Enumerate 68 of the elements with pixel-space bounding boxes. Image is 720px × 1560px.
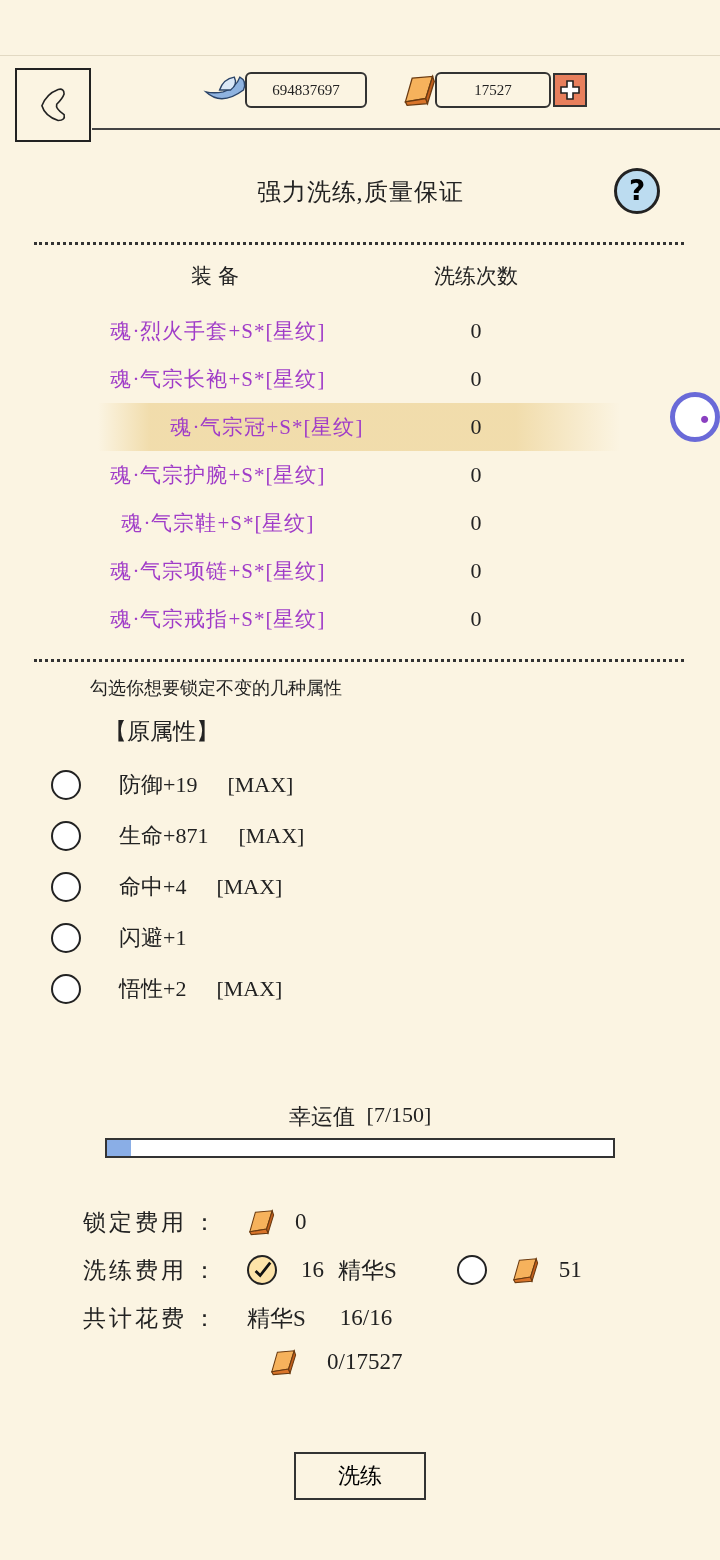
equipment-row[interactable]: 魂·烈火手套+S*[星纹] 0 (0, 307, 720, 355)
equipment-name: 魂·气宗护腕+S*[星纹] (109, 462, 327, 489)
cost-label: 锁定费用 (83, 1208, 187, 1237)
equipment-name: 魂·烈火手套+S*[星纹] (109, 318, 327, 345)
ingot-bar-icon (401, 73, 437, 107)
column-header: 装备 (190, 263, 246, 290)
attribute-text: 生命+871 (119, 821, 209, 850)
cost-option-radio[interactable] (247, 1255, 277, 1285)
refine-count: 0 (469, 462, 483, 488)
cost-amount: 16/16 (339, 1305, 393, 1331)
refine-count: 0 (469, 414, 483, 440)
currency-name: 精华S (338, 1256, 397, 1285)
lock-radio[interactable] (51, 871, 81, 902)
help-button[interactable]: ? (614, 168, 660, 214)
lock-radio[interactable] (51, 820, 81, 851)
colon-text: ： (193, 1256, 216, 1285)
equipment-name: 魂·气宗戒指+S*[星纹] (109, 606, 327, 633)
equipment-row[interactable]: 魂·气宗鞋+S*[星纹] 0 (0, 499, 720, 547)
refine-count: 0 (469, 366, 483, 392)
cost-amount: 0/17527 (327, 1349, 403, 1375)
max-tag: [MAX] (216, 975, 283, 1002)
cost-option-radio[interactable] (456, 1255, 487, 1285)
equipment-row[interactable]: 魂·气宗项链+S*[星纹] 0 (0, 547, 720, 595)
cost-label: 洗练费用 (83, 1256, 187, 1285)
equipment-name: 魂·气宗冠+S*[星纹] (169, 414, 365, 441)
colon-text: ： (193, 1208, 216, 1237)
plus-icon (559, 79, 581, 101)
cost-amount: 16 (301, 1257, 324, 1283)
max-tag: [MAX] (238, 822, 305, 849)
attribute-text: 悟性+2 (119, 974, 187, 1003)
column-header: 洗练次数 (433, 263, 519, 290)
back-button[interactable] (15, 68, 91, 142)
equipment-name: 魂·气宗项链+S*[星纹] (109, 558, 327, 585)
max-tag: [MAX] (216, 873, 283, 900)
lock-radio[interactable] (51, 769, 81, 800)
refine-count: 0 (469, 510, 483, 536)
currency-amount: 694837697 (245, 72, 367, 108)
lock-radio[interactable] (51, 922, 81, 953)
equipment-row[interactable]: 魂·气宗护腕+S*[星纹] 0 (0, 451, 720, 499)
equipment-row[interactable]: 魂·气宗长袍+S*[星纹] 0 (0, 355, 720, 403)
attribute-text: 命中+4 (119, 872, 187, 901)
page-title: 强力洗练,质量保证 (256, 178, 464, 207)
refine-count: 0 (469, 558, 483, 584)
instruction-text: 勾选你想要锁定不变的几种属性 (90, 677, 343, 700)
lock-radio[interactable] (51, 973, 81, 1004)
cost-label: 共计花费 (83, 1304, 187, 1333)
max-tag: [MAX] (227, 771, 294, 798)
cost-amount: 51 (558, 1257, 582, 1283)
currency-name: 精华S (247, 1304, 306, 1333)
refine-button[interactable]: 洗练 (293, 1452, 426, 1500)
add-button[interactable] (553, 73, 587, 107)
attribute-text: 闪避+1 (119, 923, 187, 952)
floating-ball-icon[interactable] (670, 392, 720, 442)
cost-amount: 0 (295, 1209, 307, 1235)
currency-amount: 17527 (435, 72, 551, 108)
luck-label: 幸运值 (288, 1103, 355, 1131)
section-heading: 【原属性】 (104, 718, 220, 746)
ingot-bar-icon (247, 1208, 275, 1236)
colon-text: ： (193, 1304, 216, 1333)
equipment-name: 魂·气宗长袍+S*[星纹] (109, 366, 327, 393)
ingot-bar-icon (269, 1348, 297, 1376)
ingot-bar-icon (510, 1256, 539, 1284)
luck-reading: [7/150] (366, 1102, 432, 1129)
equipment-row[interactable]: 魂·气宗戒指+S*[星纹] 0 (0, 595, 720, 643)
equipment-name: 魂·气宗鞋+S*[星纹] (120, 510, 316, 537)
refine-count: 0 (469, 318, 483, 344)
attribute-text: 防御+19 (119, 770, 198, 799)
refine-count: 0 (469, 606, 483, 632)
